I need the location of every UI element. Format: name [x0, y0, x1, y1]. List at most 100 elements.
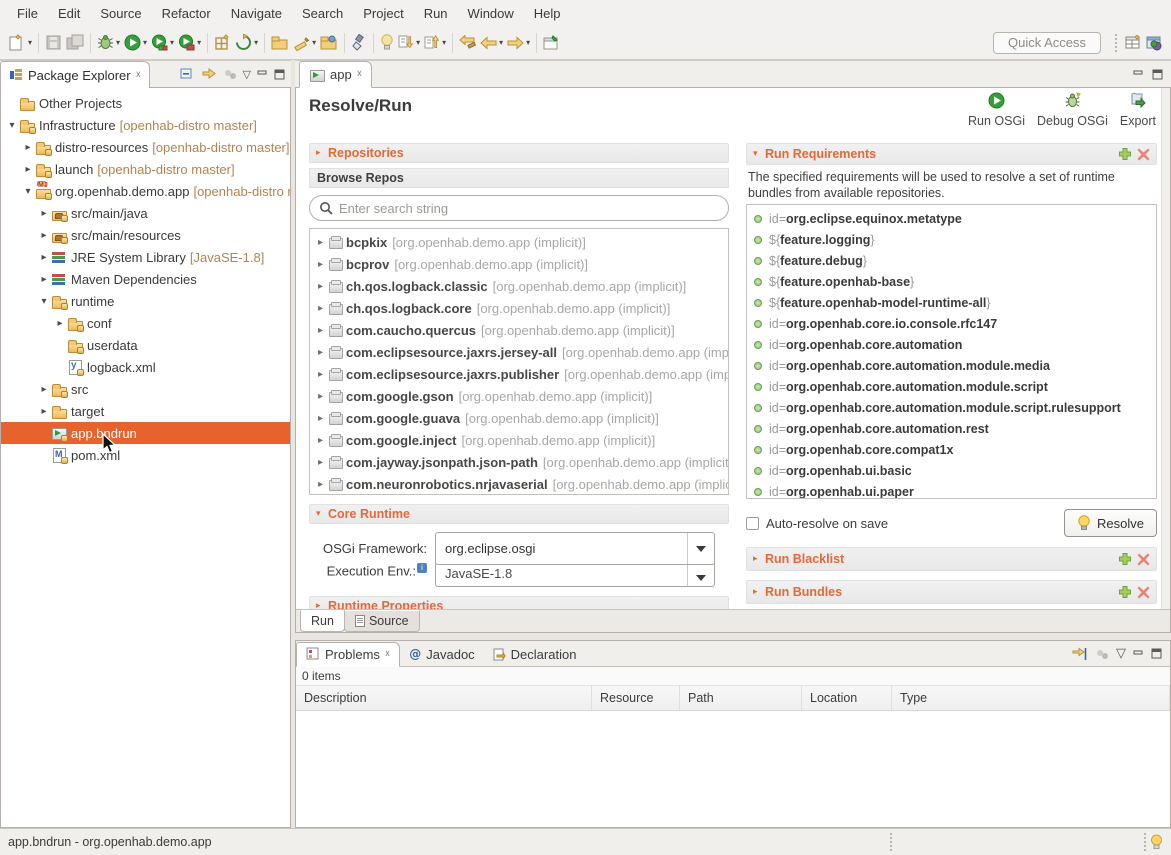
forward-icon[interactable]: ▾	[505, 31, 532, 55]
run-icon[interactable]: ▾	[122, 31, 149, 55]
run-osgi-button[interactable]: Run OSGi	[968, 92, 1025, 128]
add-blacklist-icon[interactable]	[1118, 552, 1132, 566]
collapsed-icon[interactable]: ▸	[37, 252, 51, 263]
repo-item[interactable]: ▸com.eclipsesource.jaxrs.jersey-all[org.…	[310, 341, 728, 363]
tree-item-userdata[interactable]: userdata	[1, 334, 290, 356]
remove-requirement-icon[interactable]	[1137, 148, 1150, 161]
view-menu-icon[interactable]: ▽	[243, 68, 251, 81]
requirement-item[interactable]: id=org.openhab.core.automation.module.sc…	[747, 376, 1156, 397]
menu-window[interactable]: Window	[459, 3, 523, 24]
collapsed-icon[interactable]: ▸	[314, 259, 327, 270]
collapsed-icon[interactable]: ▸	[37, 406, 51, 417]
collapsed-icon[interactable]: ▸	[314, 237, 327, 248]
collapsed-icon[interactable]: ▸	[37, 230, 51, 241]
open-type-icon[interactable]	[318, 31, 340, 55]
requirement-item[interactable]: ${feature.openhab-base}	[747, 271, 1156, 292]
minimize-icon[interactable]	[1133, 649, 1144, 659]
column-header-description[interactable]: Description	[296, 686, 592, 710]
repo-item[interactable]: ▸com.google.guava[org.openhab.demo.app (…	[310, 407, 728, 429]
repo-item[interactable]: ▸ch.qos.logback.classic[org.openhab.demo…	[310, 275, 728, 297]
repo-item[interactable]: ▸com.google.gson[org.openhab.demo.app (i…	[310, 385, 728, 407]
repo-item[interactable]: ▸com.jayway.jsonpath.json-path[org.openh…	[310, 451, 728, 473]
close-icon[interactable]: ☓	[357, 69, 362, 80]
auto-resolve-checkbox[interactable]	[746, 517, 759, 530]
next-annotation-icon[interactable]: ▾	[396, 31, 422, 55]
repo-item[interactable]: ▸bcpkix[org.openhab.demo.app (implicit)]	[310, 231, 728, 253]
tree-item-target[interactable]: ▸target	[1, 400, 290, 422]
content-assist-icon[interactable]	[378, 31, 396, 55]
tree-item-src[interactable]: ▸src	[1, 378, 290, 400]
collapse-all-icon[interactable]	[180, 67, 195, 81]
column-header-location[interactable]: Location	[802, 686, 892, 710]
osgi-framework-combo[interactable]: org.eclipse.osgi	[435, 532, 715, 565]
tree-item-pom-xml[interactable]: pom.xml	[1, 444, 290, 466]
save-all-icon[interactable]	[64, 31, 86, 55]
collapsed-icon[interactable]: ▸	[314, 369, 327, 380]
close-icon[interactable]: ☓	[136, 70, 141, 81]
tree-item-distro-resources[interactable]: ▸distro-resources[openhab-distro master]	[1, 136, 290, 158]
minimize-icon[interactable]	[257, 69, 268, 79]
collapsed-icon[interactable]: ▸	[37, 384, 51, 395]
tree-item-conf[interactable]: ▸conf	[1, 312, 290, 334]
menu-edit[interactable]: Edit	[49, 3, 89, 24]
collapsed-icon[interactable]: ▸	[314, 391, 327, 402]
requirement-item[interactable]: id=org.openhab.core.automation.module.me…	[747, 355, 1156, 376]
collapsed-icon[interactable]: ▸	[314, 479, 327, 490]
expanded-icon[interactable]: ▾	[37, 296, 51, 307]
coverage-icon[interactable]: ▾	[149, 31, 176, 55]
tab-package-explorer[interactable]: Package Explorer ☓	[0, 61, 150, 88]
tree-item-jre-system-library[interactable]: ▸JRE System Library[JavaSE-1.8]	[1, 246, 290, 268]
collapsed-icon[interactable]: ▸	[21, 164, 35, 175]
link-with-editor-icon[interactable]	[201, 67, 217, 81]
open-perspective-icon[interactable]	[1123, 31, 1144, 55]
expanded-icon[interactable]: ▾	[21, 186, 35, 197]
remove-bundle-icon[interactable]	[1137, 586, 1150, 599]
section-run-bundles[interactable]: ▸ Run Bundles	[746, 580, 1157, 604]
close-icon[interactable]: ☓	[385, 649, 390, 660]
remove-blacklist-icon[interactable]	[1137, 553, 1150, 566]
requirement-item[interactable]: id=org.openhab.core.io.console.rfc147	[747, 313, 1156, 334]
search-icon[interactable]	[349, 31, 369, 55]
collapsed-icon[interactable]: ▸	[314, 457, 327, 468]
menu-file[interactable]: File	[8, 3, 47, 24]
requirement-item[interactable]: id=org.eclipse.equinox.metatype	[747, 208, 1156, 229]
section-run-blacklist[interactable]: ▸ Run Blacklist	[746, 547, 1157, 571]
requirement-item[interactable]: ${feature.logging}	[747, 229, 1156, 250]
focus-icon[interactable]	[223, 68, 237, 80]
tree-item-runtime[interactable]: ▾runtime	[1, 290, 290, 312]
tab-problems[interactable]: Problems ☓	[296, 642, 400, 667]
open-resource-icon[interactable]	[269, 31, 291, 55]
collapsed-icon[interactable]: ▸	[314, 413, 327, 424]
annotate-icon[interactable]: ▾	[291, 31, 318, 55]
menu-refactor[interactable]: Refactor	[153, 3, 220, 24]
collapsed-icon[interactable]: ▸	[314, 303, 327, 314]
tree-item-src-main-java[interactable]: ▸src/main/java	[1, 202, 290, 224]
export-button[interactable]: Export	[1120, 92, 1156, 128]
java-perspective-icon[interactable]	[1144, 31, 1165, 55]
expanded-icon[interactable]: ▾	[5, 120, 19, 131]
requirement-item[interactable]: id=org.openhab.core.compat1x	[747, 439, 1156, 460]
menu-navigate[interactable]: Navigate	[222, 3, 291, 24]
editor-scrollbar[interactable]	[1161, 88, 1170, 609]
repo-item[interactable]: ▸bcprov[org.openhab.demo.app (implicit)]	[310, 253, 728, 275]
tree-item-infrastructure[interactable]: ▾Infrastructure[openhab-distro master]	[1, 114, 290, 136]
external-tools-icon[interactable]: ▾	[176, 31, 203, 55]
repo-item[interactable]: ▸com.google.inject[org.openhab.demo.app …	[310, 429, 728, 451]
save-icon[interactable]	[43, 31, 64, 55]
last-edit-location-icon[interactable]	[457, 31, 478, 55]
back-icon[interactable]: ▾	[478, 31, 505, 55]
tree-item-org-openhab-demo-app[interactable]: ▾org.openhab.demo.app[openhab-distro mas…	[1, 180, 290, 202]
tree-item-logback-xml[interactable]: logback.xml	[1, 356, 290, 378]
collapsed-icon[interactable]: ▸	[37, 274, 51, 285]
requirement-item[interactable]: id=org.openhab.core.automation	[747, 334, 1156, 355]
section-run-requirements[interactable]: ▾ Run Requirements	[746, 143, 1157, 165]
group-icon[interactable]	[1095, 648, 1109, 660]
menu-help[interactable]: Help	[525, 3, 570, 24]
debug-icon[interactable]: ▾	[95, 31, 122, 55]
tree-item-maven-dependencies[interactable]: ▸Maven Dependencies	[1, 268, 290, 290]
requirement-item[interactable]: id=org.openhab.ui.paper	[747, 481, 1156, 499]
maximize-icon[interactable]	[1151, 648, 1162, 659]
collapsed-icon[interactable]: ▸	[53, 318, 67, 329]
collapsed-icon[interactable]: ▸	[314, 435, 327, 446]
lightbulb-icon[interactable]	[1150, 834, 1163, 850]
